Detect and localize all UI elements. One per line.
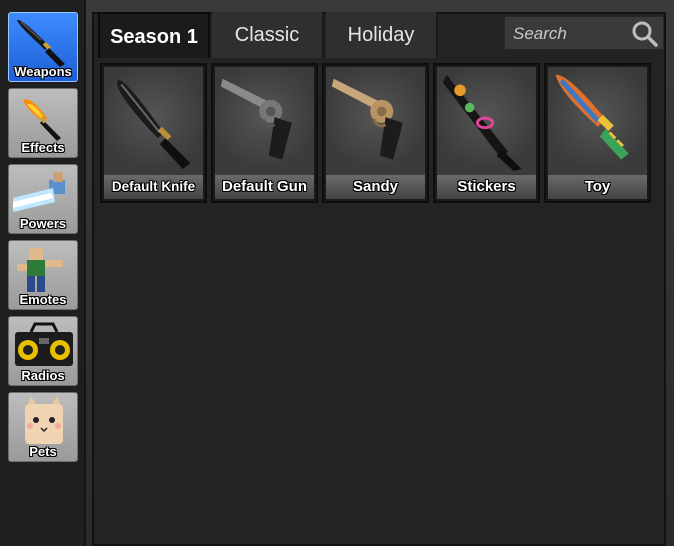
knife-icon	[117, 80, 191, 170]
sidebar-item-label: Pets	[29, 444, 57, 459]
item-name: Default Knife	[104, 175, 203, 199]
dancing-avatar-icon	[17, 248, 63, 292]
revolver-icon	[220, 78, 292, 160]
category-sidebar: Weapons Effects Powers Emotes Radios Pet…	[0, 0, 86, 546]
knife-icon	[17, 19, 65, 67]
toy-knife-icon	[555, 74, 629, 160]
sticker-knife-icon	[442, 74, 522, 171]
sidebar-item-powers[interactable]: Powers	[8, 164, 78, 234]
item-tile-toy[interactable]: Toy	[544, 63, 651, 203]
inventory-panel: Season 1 Classic Holiday Search Default …	[92, 12, 666, 546]
item-thumbnail	[104, 67, 203, 175]
sidebar-item-weapons[interactable]: Weapons	[8, 12, 78, 82]
item-name: Sandy	[326, 175, 425, 199]
tab-classic[interactable]: Classic	[212, 12, 324, 58]
search-box	[504, 16, 664, 50]
power-blast-icon	[13, 172, 65, 212]
item-thumbnail	[548, 67, 647, 175]
item-thumbnail	[437, 67, 536, 175]
sidebar-item-effects[interactable]: Effects	[8, 88, 78, 158]
cat-icon	[25, 396, 63, 444]
item-name: Default Gun	[215, 175, 314, 199]
search-input[interactable]	[511, 22, 630, 46]
flame-knife-icon	[23, 99, 61, 141]
sidebar-item-label: Weapons	[14, 64, 72, 79]
search-icon[interactable]	[631, 20, 659, 48]
tab-season-1[interactable]: Season 1	[98, 12, 210, 58]
item-tile-stickers[interactable]: Stickers	[433, 63, 540, 203]
item-tile-default-knife[interactable]: Default Knife	[100, 63, 207, 203]
item-tile-default-gun[interactable]: Default Gun	[211, 63, 318, 203]
tab-bar: Season 1 Classic Holiday	[94, 12, 664, 58]
item-thumbnail	[215, 67, 314, 175]
item-thumbnail	[326, 67, 425, 175]
sidebar-item-label: Emotes	[19, 292, 67, 307]
boombox-icon	[15, 322, 73, 366]
sidebar-item-pets[interactable]: Pets	[8, 392, 78, 462]
sidebar-item-label: Effects	[21, 140, 65, 155]
gold-revolver-icon	[331, 78, 403, 160]
sidebar-item-emotes[interactable]: Emotes	[8, 240, 78, 310]
sidebar-item-radios[interactable]: Radios	[8, 316, 78, 386]
inventory-window: Weapons Effects Powers Emotes Radios Pet…	[0, 0, 674, 546]
item-tile-sandy[interactable]: Sandy	[322, 63, 429, 203]
tab-holiday[interactable]: Holiday	[326, 12, 438, 58]
sidebar-item-label: Powers	[19, 216, 67, 231]
item-name: Stickers	[437, 175, 536, 199]
sidebar-item-label: Radios	[21, 368, 65, 383]
item-name: Toy	[548, 175, 647, 199]
